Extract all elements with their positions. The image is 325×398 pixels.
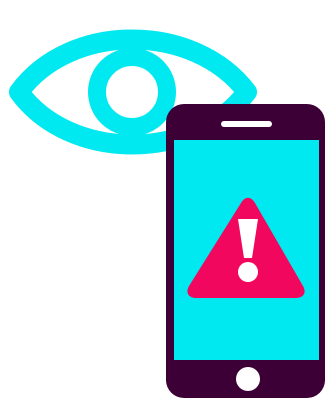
- eye-iris: [88, 48, 176, 136]
- phone-home-button: [236, 367, 260, 391]
- exclamation-dot: [238, 262, 258, 282]
- phone-surveillance-illustration: [9, 29, 325, 398]
- phone-speaker: [221, 121, 272, 127]
